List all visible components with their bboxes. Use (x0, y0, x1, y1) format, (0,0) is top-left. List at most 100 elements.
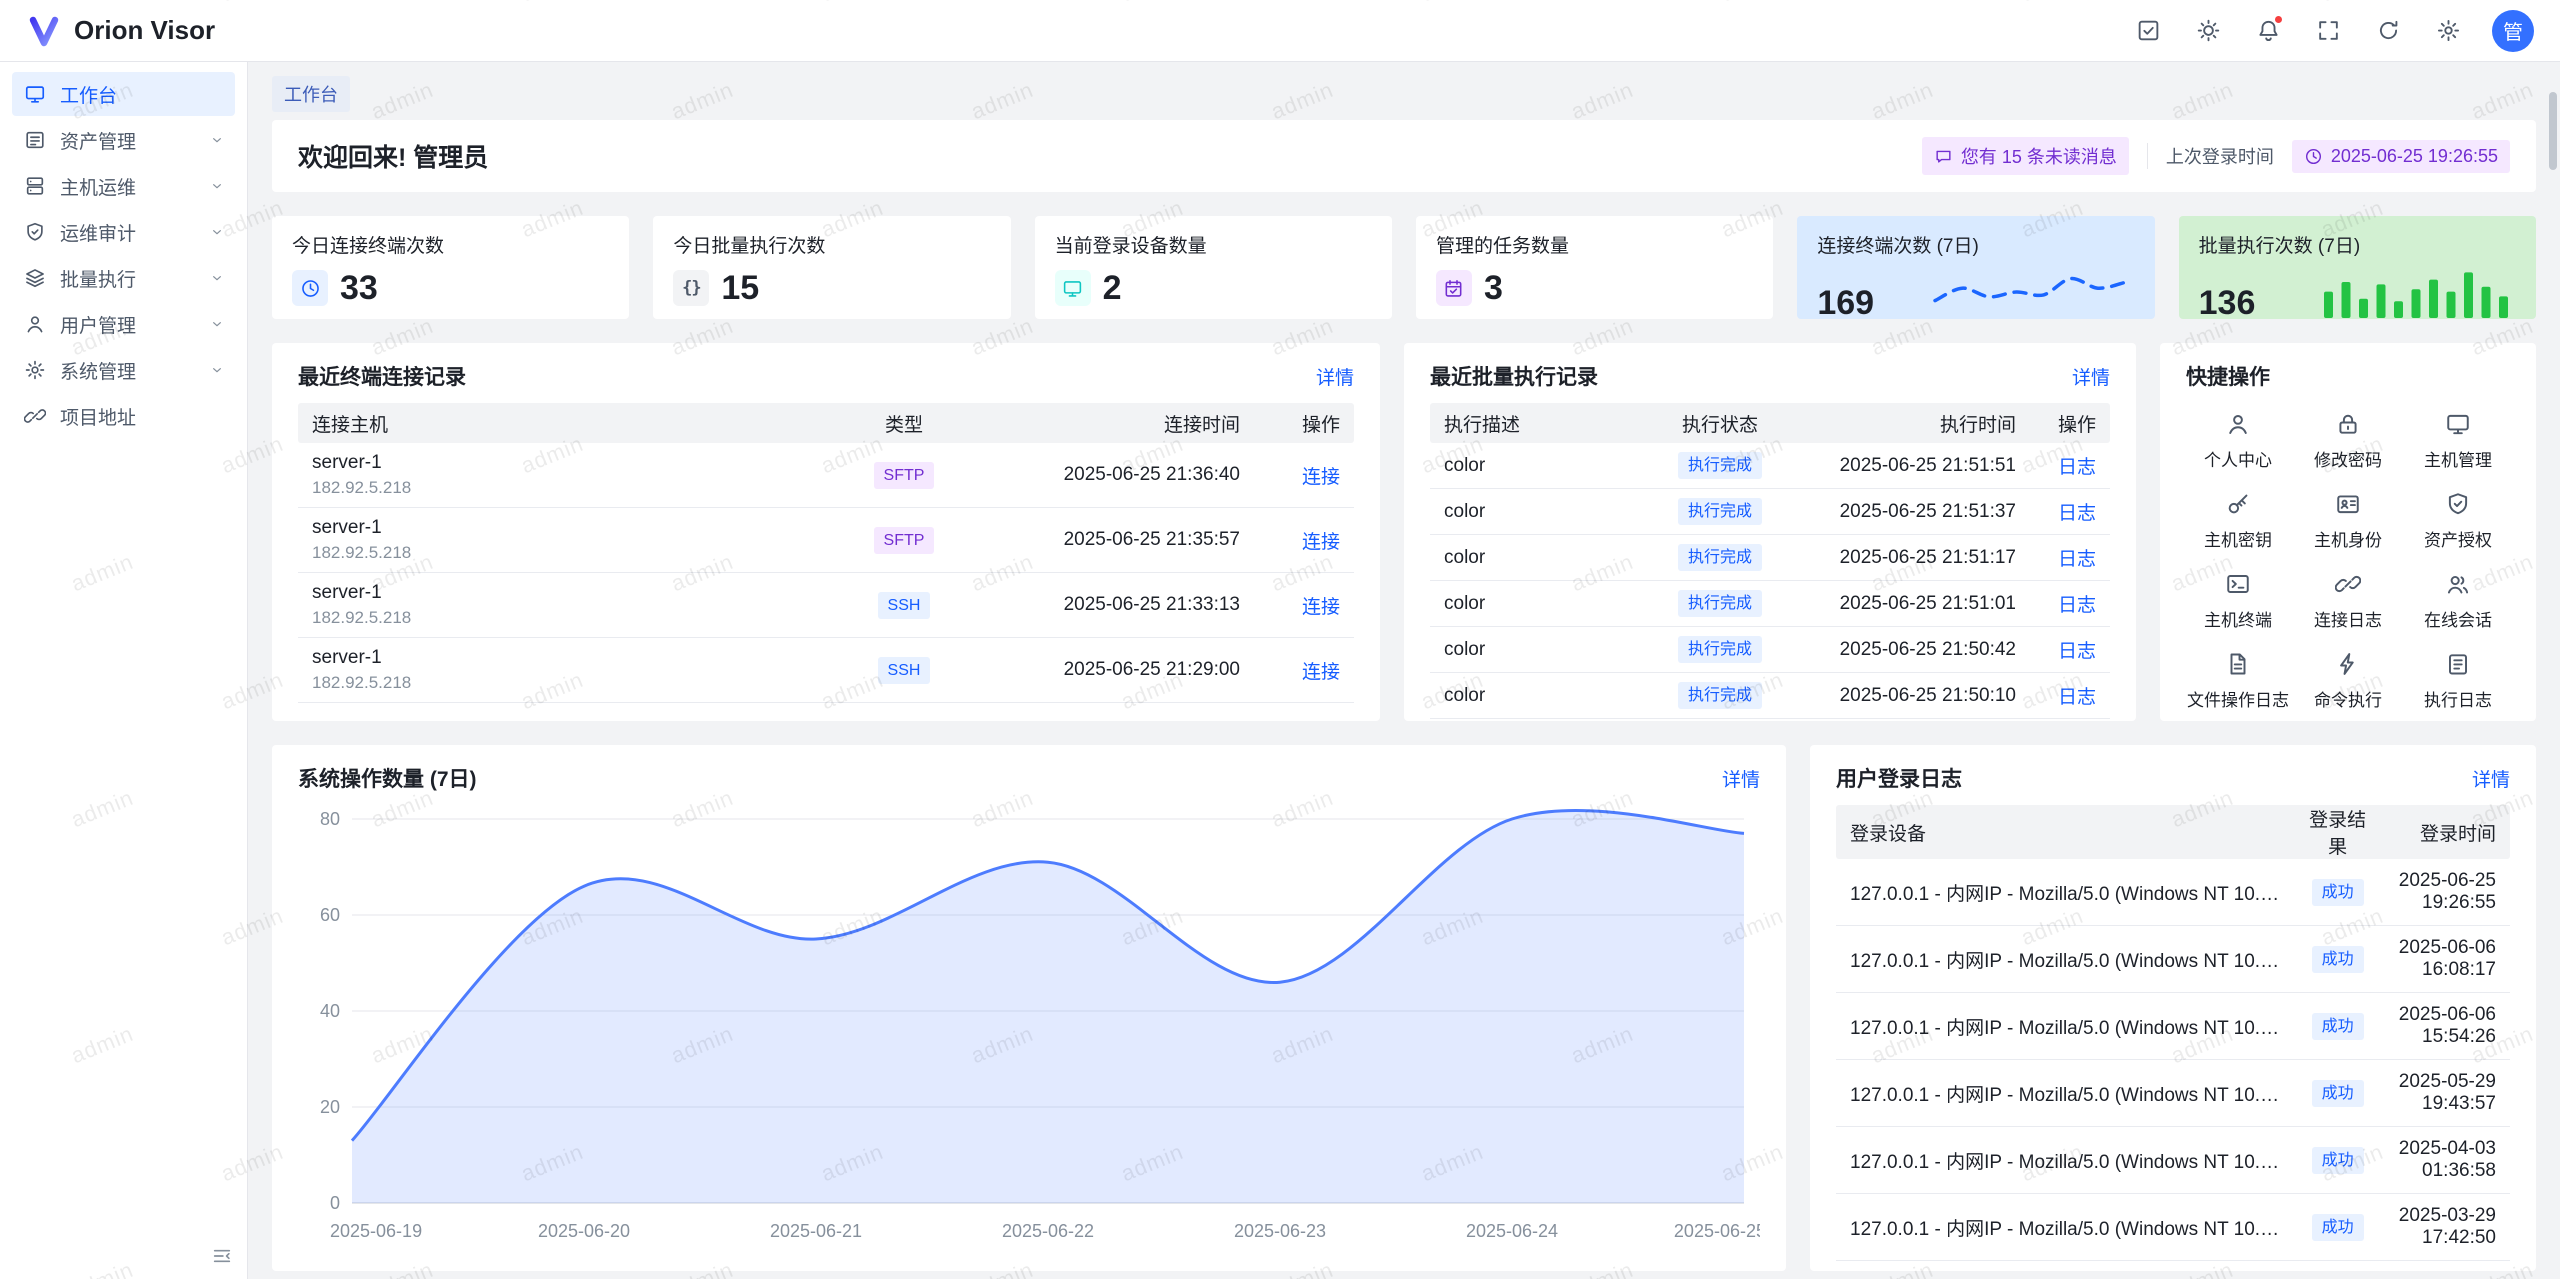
login-time: 2025-06-06 16:08:17 (2381, 926, 2510, 993)
stat-value: 33 (340, 269, 378, 307)
quick-action-label: 主机密钥 (2204, 526, 2272, 551)
refresh-button[interactable] (2364, 7, 2412, 55)
quick-action-label: 主机身份 (2314, 526, 2382, 551)
login-detail-link[interactable]: 详情 (2472, 765, 2510, 792)
system-operations-chart: 0204060802025-06-192025-06-202025-06-212… (298, 805, 1760, 1255)
quick-action-asset-authorization[interactable]: 资产授权 (2406, 491, 2510, 551)
quick-action-online-sessions[interactable]: 在线会话 (2406, 571, 2510, 631)
log-link[interactable]: 日志 (2058, 549, 2096, 570)
table-header-row: 连接主机类型连接时间操作 (298, 403, 1354, 443)
sidebar-collapse-button[interactable] (211, 1245, 233, 1267)
lightning-icon (2335, 651, 2361, 677)
connect-link[interactable]: 连接 (1302, 532, 1340, 553)
connect-link[interactable]: 连接 (1302, 467, 1340, 488)
stat-card: 今日批量执行次数{}15 (653, 216, 1010, 319)
log-link[interactable]: 日志 (2058, 503, 2096, 524)
svg-text:0: 0 (330, 1193, 340, 1213)
quick-action-host-identities[interactable]: 主机身份 (2296, 491, 2400, 551)
breadcrumb-item-workbench[interactable]: 工作台 (272, 76, 350, 112)
connect-link[interactable]: 连接 (1302, 597, 1340, 618)
column-header: 执行描述 (1430, 403, 1645, 443)
connection-time: 2025-06-25 21:29:00 (974, 638, 1254, 703)
unread-messages-chip[interactable]: 您有 15 条未读消息 (1922, 137, 2129, 175)
sidebar-item-label: 运维审计 (60, 219, 136, 246)
column-header: 操作 (2030, 403, 2110, 443)
connect-link[interactable]: 连接 (1302, 662, 1340, 683)
quick-action-label: 资产授权 (2424, 526, 2492, 551)
sun-icon (2196, 18, 2221, 43)
quick-action-change-password[interactable]: 修改密码 (2296, 411, 2400, 471)
fullscreen-button[interactable] (2304, 7, 2352, 55)
login-result-tag: 成功 (2312, 1013, 2364, 1040)
theme-toggle-button[interactable] (2184, 7, 2232, 55)
quick-action-label: 主机管理 (2424, 446, 2492, 471)
batch-detail-link[interactable]: 详情 (2072, 363, 2110, 390)
notification-badge (2273, 14, 2284, 25)
quick-action-connection-logs[interactable]: 连接日志 (2296, 571, 2400, 631)
login-logs-table: 登录设备登录结果登录时间127.0.0.1 - 内网IP - Mozilla/5… (1836, 805, 2510, 1271)
sidebar-item-project-url[interactable]: 项目地址 (12, 394, 235, 438)
quick-action-command-execution[interactable]: 命令执行 (2296, 651, 2400, 711)
sidebar-item-batch-execution[interactable]: 批量执行 (12, 256, 235, 300)
column-header: 操作 (1254, 403, 1354, 443)
user-icon (2225, 411, 2251, 437)
svg-text:2025-06-23: 2025-06-23 (1234, 1221, 1326, 1241)
panel-title: 最近终端连接记录 (298, 361, 466, 391)
log-link[interactable]: 日志 (2058, 687, 2096, 708)
file-icon (2225, 651, 2251, 677)
chart-detail-link[interactable]: 详情 (1722, 765, 1760, 792)
quick-action-label: 文件操作日志 (2187, 686, 2289, 711)
braces-icon: {} (673, 270, 709, 306)
log-link[interactable]: 日志 (2058, 595, 2096, 616)
quick-action-label: 连接日志 (2314, 606, 2382, 631)
sidebar-item-host-ops[interactable]: 主机运维 (12, 164, 235, 208)
quick-action-personal-center[interactable]: 个人中心 (2186, 411, 2290, 471)
sidebar-item-ops-audit[interactable]: 运维审计 (12, 210, 235, 254)
app-title: Orion Visor (74, 15, 215, 46)
breadcrumb: 工作台 (272, 76, 2536, 106)
login-time: 2025-03-29 17:42:50 (2381, 1194, 2510, 1261)
sidebar-item-label: 批量执行 (60, 265, 136, 292)
chevron-down-icon (209, 362, 225, 378)
app-logo[interactable]: Orion Visor (26, 13, 215, 49)
quick-action-file-operation-logs[interactable]: 文件操作日志 (2186, 651, 2290, 711)
log-link[interactable]: 日志 (2058, 641, 2096, 662)
stat-card: 管理的任务数量3 (1416, 216, 1773, 319)
stat-label: 批量执行次数 (7日) (2199, 231, 2516, 258)
login-device: 127.0.0.1 - 内网IP - Mozilla/5.0 (Windows … (1850, 1080, 2280, 1107)
notifications-button[interactable] (2244, 7, 2292, 55)
logo-v-icon (26, 13, 62, 49)
sidebar-item-system-management[interactable]: 系统管理 (12, 348, 235, 392)
settings-button[interactable] (2424, 7, 2472, 55)
terminal-detail-link[interactable]: 详情 (1316, 363, 1354, 390)
quick-action-host-management[interactable]: 主机管理 (2406, 411, 2510, 471)
quick-action-label: 在线会话 (2424, 606, 2492, 631)
monitor-icon (24, 83, 46, 105)
login-log-row: 127.0.0.1 - 内网IP - Mozilla/5.0 (Windows … (1836, 1127, 2510, 1194)
quick-action-host-terminal[interactable]: 主机终端 (2186, 571, 2290, 631)
log-link[interactable]: 日志 (2058, 457, 2096, 478)
batch-execution-row: color执行完成2025-06-25 21:50:10日志 (1430, 673, 2110, 719)
quick-action-host-keys[interactable]: 主机密钥 (2186, 491, 2290, 551)
sidebar-item-workbench[interactable]: 工作台 (12, 72, 235, 116)
sidebar-item-user-management[interactable]: 用户管理 (12, 302, 235, 346)
quick-action-execution-logs[interactable]: 执行日志 (2406, 651, 2510, 711)
connection-time: 2025-06-25 21:33:13 (974, 573, 1254, 638)
sidebar-item-asset-management[interactable]: 资产管理 (12, 118, 235, 162)
last-login-time-chip: 2025-06-25 19:26:55 (2292, 140, 2510, 173)
panel-title: 最近批量执行记录 (1430, 361, 1598, 391)
host-icon (24, 175, 46, 197)
login-result-tag: 成功 (2312, 1080, 2364, 1107)
quick-action-label: 个人中心 (2204, 446, 2272, 471)
host-name: server-1 (312, 646, 820, 670)
execution-time: 2025-06-25 21:50:42 (1795, 627, 2030, 673)
stats-row: 今日连接终端次数33今日批量执行次数{}15当前登录设备数量2管理的任务数量3连… (272, 216, 2536, 319)
scrollbar-thumb[interactable] (2549, 92, 2557, 170)
batch-execution-row: color执行完成2025-06-25 21:51:01日志 (1430, 581, 2110, 627)
sidebar-item-label: 项目地址 (60, 403, 136, 430)
select-mode-button[interactable] (2124, 7, 2172, 55)
login-time: 2025-06-06 15:54:26 (2381, 993, 2510, 1060)
svg-text:2025-06-19: 2025-06-19 (330, 1221, 422, 1241)
clock-icon (292, 270, 328, 306)
user-avatar[interactable]: 管 (2492, 10, 2534, 52)
